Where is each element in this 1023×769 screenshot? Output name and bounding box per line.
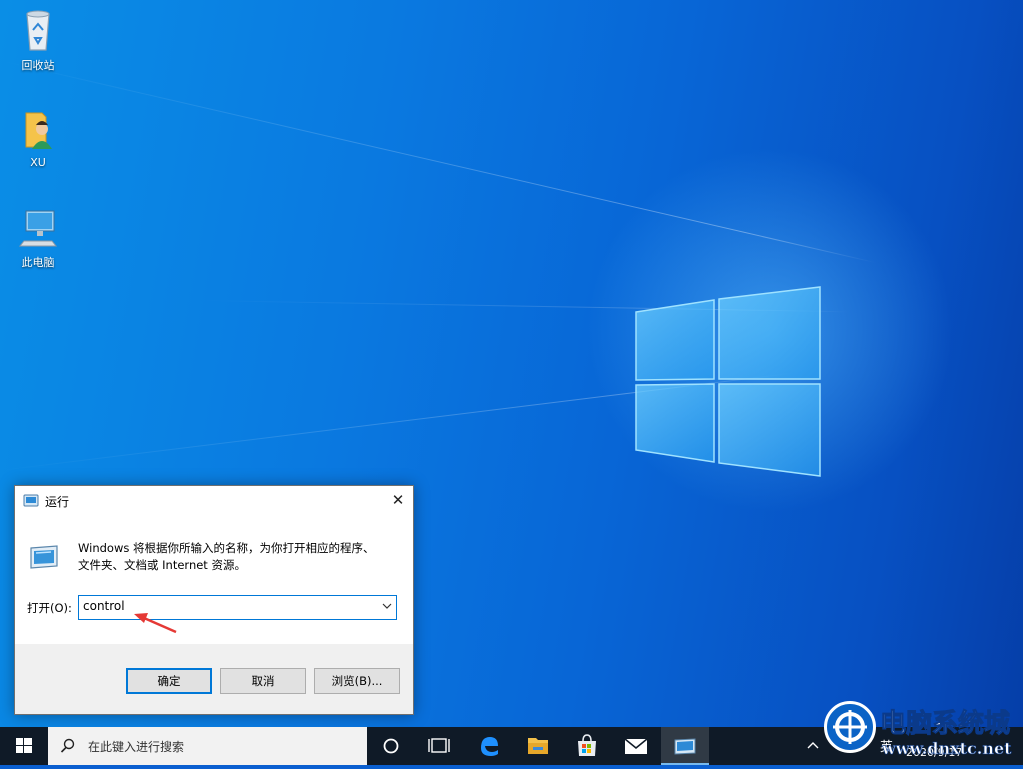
start-button[interactable] bbox=[0, 727, 48, 765]
edge-icon bbox=[481, 737, 498, 756]
browse-button[interactable]: 浏览(B)... bbox=[314, 668, 400, 694]
chevron-down-icon[interactable] bbox=[381, 600, 393, 612]
dialog-description: Windows 将根据你所输入的名称，为你打开相应的程序、 文件夹、文档或 In… bbox=[78, 540, 398, 574]
windows-start-icon bbox=[16, 738, 32, 753]
ok-button[interactable]: 确定 bbox=[126, 668, 212, 694]
desktop-icon-this-pc[interactable]: 此电脑 bbox=[6, 205, 70, 270]
run-program-icon bbox=[30, 545, 58, 569]
watermark-url: www.dnxtc.net bbox=[882, 739, 1012, 759]
light-ray bbox=[0, 60, 877, 264]
title-bar[interactable]: 运行 ✕ bbox=[15, 486, 413, 516]
annotation-arrow-icon bbox=[134, 613, 177, 634]
open-label: 打开(O): bbox=[27, 601, 72, 615]
taskbar-edge[interactable] bbox=[465, 727, 513, 765]
desktop-icon-label: XU bbox=[30, 156, 46, 169]
cortana-icon bbox=[383, 738, 399, 754]
taskbar-run[interactable] bbox=[661, 727, 709, 765]
taskbar-store[interactable] bbox=[563, 727, 611, 765]
taskbar-search-box[interactable]: 在此键入进行搜索 bbox=[48, 727, 367, 765]
open-input[interactable]: control bbox=[83, 599, 125, 613]
this-pc-icon bbox=[18, 210, 58, 247]
watermark-title: 电脑系统城 bbox=[879, 709, 1011, 740]
run-dialog: 运行 ✕ Windows 将根据你所输入的名称，为你打开相应的程序、 文件夹、文… bbox=[14, 485, 414, 715]
user-folder-icon bbox=[25, 112, 52, 149]
windows-logo-wallpaper bbox=[635, 286, 821, 477]
run-icon bbox=[674, 738, 696, 755]
taskbar-cortana[interactable] bbox=[367, 727, 415, 765]
mail-icon bbox=[624, 738, 648, 754]
desktop-icon-recycle-bin[interactable]: 回收站 bbox=[6, 8, 70, 73]
task-view-icon bbox=[428, 738, 450, 753]
taskbar-file-explorer[interactable] bbox=[514, 727, 562, 765]
file-explorer-icon bbox=[528, 738, 548, 754]
description-line: 文件夹、文档或 Internet 资源。 bbox=[78, 558, 246, 572]
desktop-icon-label: 此电脑 bbox=[21, 256, 55, 269]
close-button[interactable]: ✕ bbox=[383, 486, 413, 514]
recycle-bin-icon bbox=[26, 10, 50, 51]
taskbar-mail[interactable] bbox=[612, 727, 660, 765]
dialog-title: 运行 bbox=[45, 495, 70, 509]
open-combobox[interactable]: control bbox=[78, 595, 397, 620]
dialog-footer: 确定 取消 浏览(B)... bbox=[15, 644, 413, 714]
cancel-button[interactable]: 取消 bbox=[220, 668, 306, 694]
description-line: Windows 将根据你所输入的名称，为你打开相应的程序、 bbox=[78, 541, 375, 555]
search-placeholder: 在此键入进行搜索 bbox=[88, 740, 185, 754]
search-icon bbox=[60, 738, 75, 753]
close-icon: ✕ bbox=[391, 491, 405, 509]
run-icon bbox=[23, 494, 39, 507]
desktop-icon-label: 回收站 bbox=[21, 59, 55, 72]
taskbar-task-view[interactable] bbox=[415, 727, 463, 765]
dialog-content: Windows 将根据你所输入的名称，为你打开相应的程序、 文件夹、文档或 In… bbox=[15, 516, 413, 644]
desktop-icon-user-folder[interactable]: XU bbox=[6, 107, 70, 169]
watermark: 电脑系统城 www.dnxtc.net bbox=[824, 699, 1023, 765]
store-icon bbox=[578, 734, 596, 756]
chevron-up-icon[interactable] bbox=[806, 739, 820, 753]
watermark-logo-icon bbox=[824, 701, 876, 753]
